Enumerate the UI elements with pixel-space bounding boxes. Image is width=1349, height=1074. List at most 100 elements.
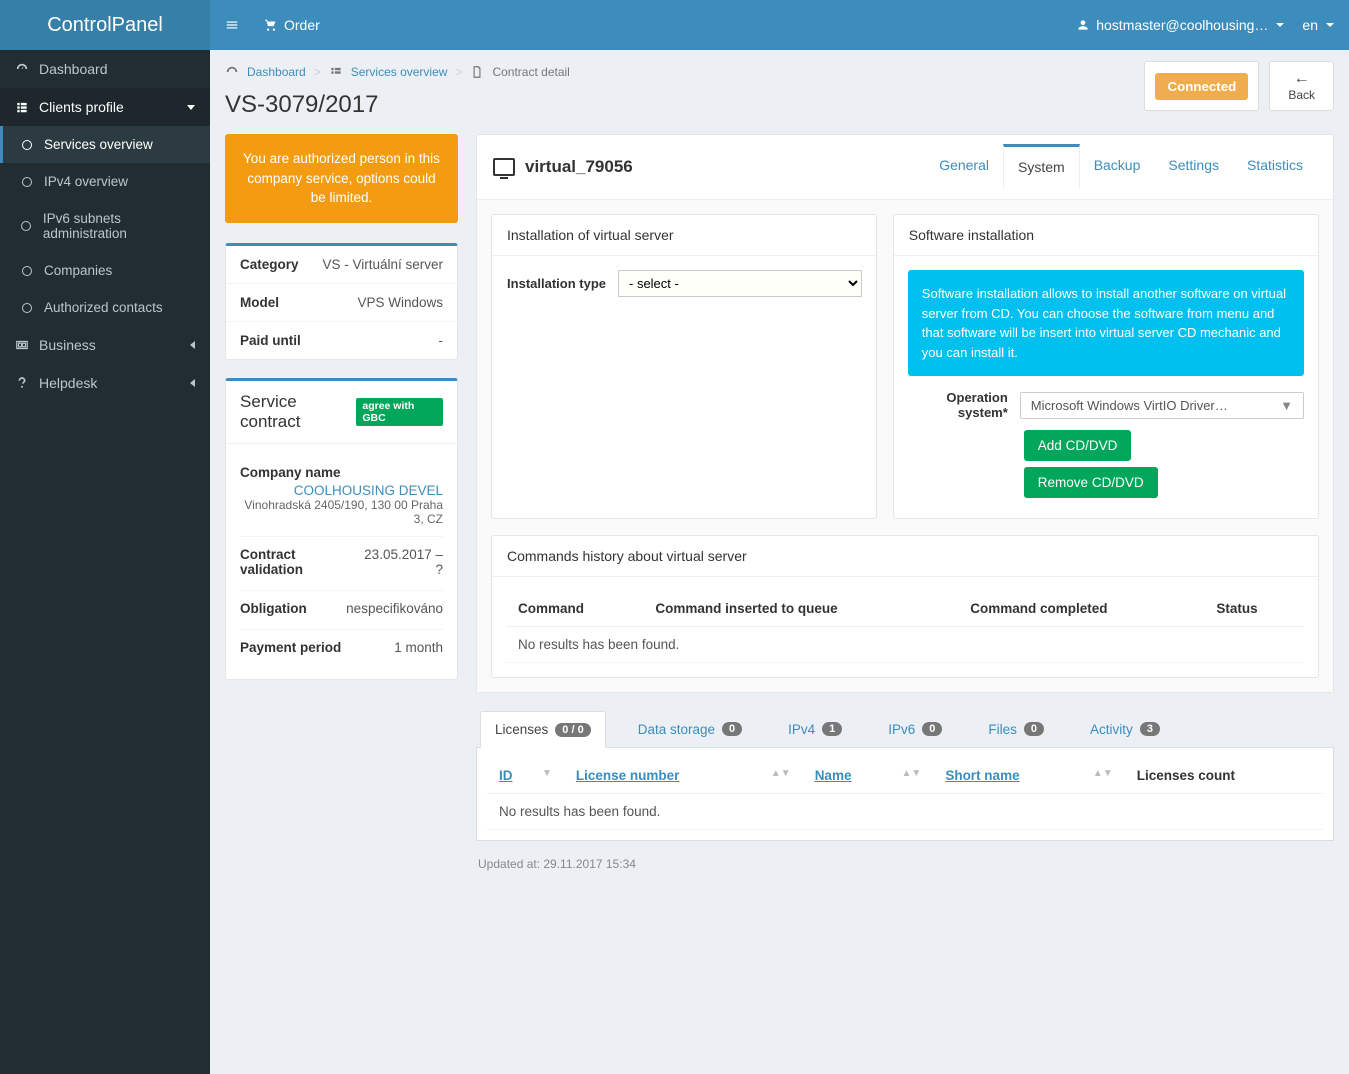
details-panel: Category VS - Virtuální server Model VPS W… xyxy=(225,243,458,360)
sidebar-label: Business xyxy=(39,337,96,353)
sidebar-toggle[interactable] xyxy=(225,18,239,32)
sidebar: Dashboard Clients profile Services overv… xyxy=(0,50,210,1074)
sidebar-item-services-overview[interactable]: Services overview xyxy=(0,126,210,163)
sidebar-label: Dashboard xyxy=(39,61,108,77)
tab-count: 0 xyxy=(722,722,742,736)
arrow-left-icon: ← xyxy=(1288,70,1315,88)
tab-count: 0 / 0 xyxy=(555,723,590,737)
sidebar-item-dashboard[interactable]: Dashboard xyxy=(0,50,210,88)
contract-key: Obligation xyxy=(240,601,307,616)
tab-settings[interactable]: Settings xyxy=(1154,145,1233,189)
order-label: Order xyxy=(284,17,320,33)
company-link[interactable]: COOLHOUSING DEVEL xyxy=(294,483,443,498)
sidebar-label: IPv6 subnets administration xyxy=(43,211,195,241)
detail-value: - xyxy=(439,333,444,348)
dashboard-icon xyxy=(225,65,239,79)
tab-count: 3 xyxy=(1140,722,1160,736)
tab-data-storage[interactable]: Data storage 0 xyxy=(624,711,756,747)
user-icon xyxy=(1076,18,1090,32)
circle-icon xyxy=(20,266,34,276)
monitor-icon xyxy=(493,158,515,176)
sidebar-item-helpdesk[interactable]: Helpdesk xyxy=(0,364,210,402)
install-type-label: Installation type xyxy=(506,276,606,291)
user-menu[interactable]: hostmaster@coolhousing… xyxy=(1076,17,1284,33)
dashboard-icon xyxy=(15,62,29,76)
col-inserted: Command inserted to queue xyxy=(643,591,958,627)
caret-down-icon xyxy=(1276,23,1284,27)
tab-count: 1 xyxy=(822,722,842,736)
user-label: hostmaster@coolhousing… xyxy=(1096,17,1268,33)
bottom-section: Licenses 0 / 0 Data storage 0 IPv4 1 I xyxy=(476,711,1334,841)
tab-backup[interactable]: Backup xyxy=(1080,145,1155,189)
sidebar-label: IPv4 overview xyxy=(44,174,128,189)
tab-ipv4[interactable]: IPv4 1 xyxy=(774,711,856,747)
detail-key: Paid until xyxy=(240,333,301,348)
contract-value: nespecifikováno xyxy=(346,601,443,619)
language-menu[interactable]: en xyxy=(1302,17,1334,33)
sidebar-label: Companies xyxy=(44,263,112,278)
auth-warning: You are authorized person in this compan… xyxy=(225,134,458,223)
sidebar-item-companies[interactable]: Companies xyxy=(0,252,210,289)
connected-button[interactable]: Connected xyxy=(1155,73,1248,100)
col-completed: Command completed xyxy=(958,591,1204,627)
add-cd-button[interactable]: Add CD/DVD xyxy=(1024,430,1132,461)
virtual-panel: virtual_79056 General System Backup Sett… xyxy=(476,134,1334,693)
sort-icon: ▲▼ xyxy=(1093,768,1113,779)
install-type-select[interactable]: - select - xyxy=(618,270,862,297)
sidebar-item-ipv6-subnets[interactable]: IPv6 subnets administration xyxy=(0,200,210,252)
language-label: en xyxy=(1302,17,1318,33)
virtual-tabs: General System Backup Settings Statistic… xyxy=(925,145,1317,189)
tab-count: 0 xyxy=(1024,722,1044,736)
col-license-number[interactable]: License number▲▼ xyxy=(564,758,803,794)
sort-icon: ▼ xyxy=(542,768,552,779)
sidebar-item-business[interactable]: Business xyxy=(0,326,210,364)
tab-activity[interactable]: Activity 3 xyxy=(1076,711,1174,747)
tab-statistics[interactable]: Statistics xyxy=(1233,145,1317,189)
tab-ipv6[interactable]: IPv6 0 xyxy=(874,711,956,747)
col-id[interactable]: ID▼ xyxy=(487,758,564,794)
tab-system[interactable]: System xyxy=(1003,144,1080,189)
tab-label: Licenses xyxy=(495,722,548,737)
col-name[interactable]: Name▲▼ xyxy=(803,758,934,794)
history-panel: Commands history about virtual server Co… xyxy=(491,535,1319,678)
os-select[interactable]: Microsoft Windows VirtIO Driver… ▼ xyxy=(1020,392,1304,419)
caret-down-icon xyxy=(1326,23,1334,27)
tab-label: Data storage xyxy=(638,722,715,737)
circle-icon xyxy=(20,140,34,150)
tab-files[interactable]: Files 0 xyxy=(974,711,1058,747)
list-icon xyxy=(15,100,29,114)
software-info: Software installation allows to install … xyxy=(908,270,1304,376)
sidebar-label: Helpdesk xyxy=(39,375,97,391)
contract-title: Service contract xyxy=(240,392,356,432)
breadcrumb-dashboard[interactable]: Dashboard xyxy=(247,65,306,79)
file-icon xyxy=(470,65,484,79)
tab-general[interactable]: General xyxy=(925,145,1003,189)
os-value: Microsoft Windows VirtIO Driver… xyxy=(1031,398,1228,413)
sidebar-item-authorized-contacts[interactable]: Authorized contacts xyxy=(0,289,210,326)
breadcrumb-detail: Contract detail xyxy=(492,65,569,79)
breadcrumb-services[interactable]: Services overview xyxy=(351,65,448,79)
back-label: Back xyxy=(1288,88,1315,102)
order-link[interactable]: Order xyxy=(264,17,320,33)
sidebar-item-clients-profile[interactable]: Clients profile xyxy=(0,88,210,126)
back-button[interactable]: ← Back xyxy=(1269,61,1334,111)
tab-licenses[interactable]: Licenses 0 / 0 xyxy=(480,711,606,748)
col-short-name[interactable]: Short name▲▼ xyxy=(933,758,1124,794)
detail-value: VPS Windows xyxy=(357,295,443,310)
tab-label: Files xyxy=(988,722,1017,737)
contract-badge: agree with GBC xyxy=(356,398,443,426)
footer-updated: Updated at: 29.11.2017 15:34 xyxy=(476,841,1334,877)
chevron-left-icon xyxy=(190,379,195,387)
tab-label: Activity xyxy=(1090,722,1133,737)
detail-key: Model xyxy=(240,295,279,310)
sidebar-label: Authorized contacts xyxy=(44,300,163,315)
col-licenses-count: Licenses count xyxy=(1125,758,1323,794)
software-panel: Software installation Software installat… xyxy=(893,214,1319,519)
detail-key: Category xyxy=(240,257,299,272)
remove-cd-button[interactable]: Remove CD/DVD xyxy=(1024,467,1158,498)
sidebar-item-ipv4-overview[interactable]: IPv4 overview xyxy=(0,163,210,200)
detail-value: VS - Virtuální server xyxy=(322,257,443,272)
sidebar-label: Services overview xyxy=(44,137,153,152)
company-address: Vinohradská 2405/190, 130 00 Praha 3, CZ xyxy=(240,498,443,526)
brand-logo[interactable]: ControlPanel xyxy=(0,0,210,50)
